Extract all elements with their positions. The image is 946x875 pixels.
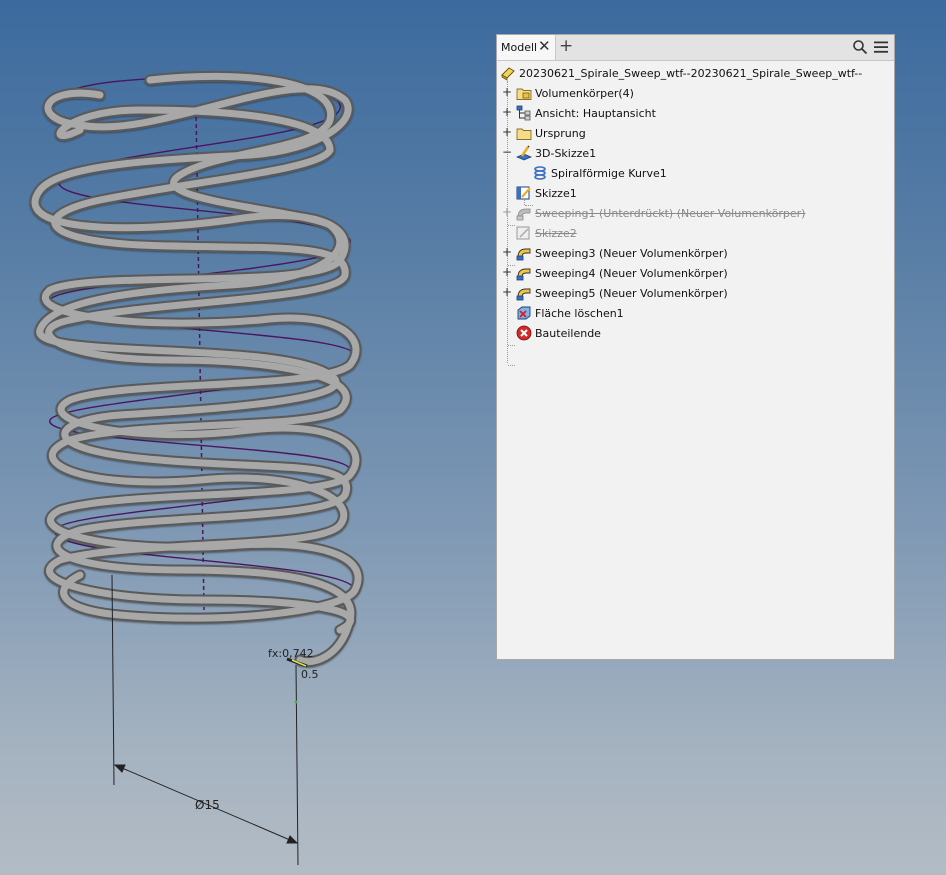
tree-item-label: Bauteilende bbox=[535, 327, 601, 340]
tree-item-sweeping4[interactable]: + Sweeping4 (Neuer Volumenkörper) bbox=[497, 263, 894, 283]
tree-item-label: Sweeping4 (Neuer Volumenkörper) bbox=[535, 267, 728, 280]
tree-item-skizze1[interactable]: Skizze1 bbox=[497, 183, 894, 203]
sweep-pipes bbox=[29, 70, 364, 668]
tree-item-spiralfoermige-kurve1[interactable]: Spiralförmige Kurve1 bbox=[497, 163, 894, 183]
tree-item-label: Spiralförmige Kurve1 bbox=[551, 167, 667, 180]
tree-item-root[interactable]: 20230621_Spirale_Sweep_wtf--20230621_Spi… bbox=[497, 63, 894, 83]
expand-plus-icon[interactable]: + bbox=[502, 126, 512, 138]
model-browser-panel: Modell ✕ + 20230621_Spirale_Sweep_wtf--2… bbox=[496, 34, 895, 660]
model-tree: 20230621_Spirale_Sweep_wtf--20230621_Spi… bbox=[497, 61, 894, 659]
expand-plus-icon[interactable]: + bbox=[502, 106, 512, 118]
helical-curve-icon bbox=[534, 166, 546, 180]
tree-item-label: Ansicht: Hauptansicht bbox=[535, 107, 656, 120]
tree-item-3d-skizze1[interactable]: − 3D-Skizze1 bbox=[497, 143, 894, 163]
sketch-point bbox=[294, 700, 298, 704]
tree-item-sweeping1[interactable]: + Sweeping1 (Unterdrückt) (Neuer Volumen… bbox=[497, 203, 894, 223]
tree-item-label: 20230621_Spirale_Sweep_wtf--20230621_Spi… bbox=[519, 67, 863, 80]
sketch-suppressed-icon bbox=[516, 226, 530, 240]
tree-item-ansicht[interactable]: + Ansicht: Hauptansicht bbox=[497, 103, 894, 123]
sweep-icon bbox=[516, 288, 531, 301]
tree-item-label: Sweeping1 (Unterdrückt) (Neuer Volumenkö… bbox=[535, 207, 806, 220]
end-of-part-icon bbox=[516, 325, 532, 341]
collapse-minus-icon[interactable]: − bbox=[502, 146, 512, 158]
expand-plus-icon[interactable]: + bbox=[502, 206, 512, 218]
tree-item-skizze2[interactable]: Skizze2 bbox=[497, 223, 894, 243]
search-icon[interactable] bbox=[852, 39, 868, 55]
tree-item-label: Fläche löschen1 bbox=[535, 307, 624, 320]
sweep-icon bbox=[516, 268, 531, 281]
expand-plus-icon[interactable]: + bbox=[502, 286, 512, 298]
hamburger-menu-icon[interactable] bbox=[873, 39, 889, 55]
sweep-suppressed-icon bbox=[516, 208, 531, 221]
tab-modell[interactable]: Modell ✕ bbox=[497, 35, 556, 60]
tree-item-label: Skizze2 bbox=[535, 227, 577, 240]
origin-folder-icon bbox=[516, 128, 532, 140]
expand-plus-icon[interactable]: + bbox=[502, 86, 512, 98]
solid-bodies-folder-icon bbox=[516, 88, 532, 100]
tree-item-label: Ursprung bbox=[535, 127, 586, 140]
tree-item-volumenkoerper[interactable]: + Volumenkörper(4) bbox=[497, 83, 894, 103]
tree-item-sweeping5[interactable]: + Sweeping5 (Neuer Volumenkörper) bbox=[497, 283, 894, 303]
sweep-icon bbox=[516, 248, 531, 261]
panel-header: Modell ✕ + bbox=[497, 35, 894, 61]
tree-guide-line bbox=[508, 365, 515, 366]
add-tab-icon[interactable]: + bbox=[559, 36, 573, 56]
dimension-small-label[interactable]: 0.5 bbox=[301, 668, 319, 681]
tree-item-sweeping3[interactable]: + Sweeping3 (Neuer Volumenkörper) bbox=[497, 243, 894, 263]
tree-item-label: Skizze1 bbox=[535, 187, 577, 200]
tree-item-label: 3D-Skizze1 bbox=[535, 147, 597, 160]
tree-item-label: Sweeping3 (Neuer Volumenkörper) bbox=[535, 247, 728, 260]
tab-modell-label: Modell bbox=[501, 41, 538, 54]
view-rep-icon bbox=[516, 105, 531, 121]
tree-item-label: Volumenkörper(4) bbox=[535, 87, 634, 100]
expand-plus-icon[interactable]: + bbox=[502, 246, 512, 258]
tree-item-flaeche-loeschen1[interactable]: Fläche löschen1 bbox=[497, 303, 894, 323]
3d-sketch-icon bbox=[516, 145, 532, 161]
expand-plus-icon[interactable]: + bbox=[502, 266, 512, 278]
part-icon bbox=[501, 67, 515, 81]
dimension-fx-label[interactable]: fx:0,742 bbox=[268, 647, 314, 660]
tree-item-bauteilende[interactable]: Bauteilende bbox=[497, 323, 894, 343]
tree-guide-line bbox=[508, 345, 515, 346]
close-icon[interactable]: ✕ bbox=[538, 37, 551, 55]
tree-item-ursprung[interactable]: + Ursprung bbox=[497, 123, 894, 143]
tree-item-label: Sweeping5 (Neuer Volumenkörper) bbox=[535, 287, 728, 300]
sketch-icon bbox=[516, 186, 531, 200]
dimension-diameter-label[interactable]: Ø15 bbox=[195, 798, 220, 812]
delete-face-icon bbox=[517, 306, 531, 320]
